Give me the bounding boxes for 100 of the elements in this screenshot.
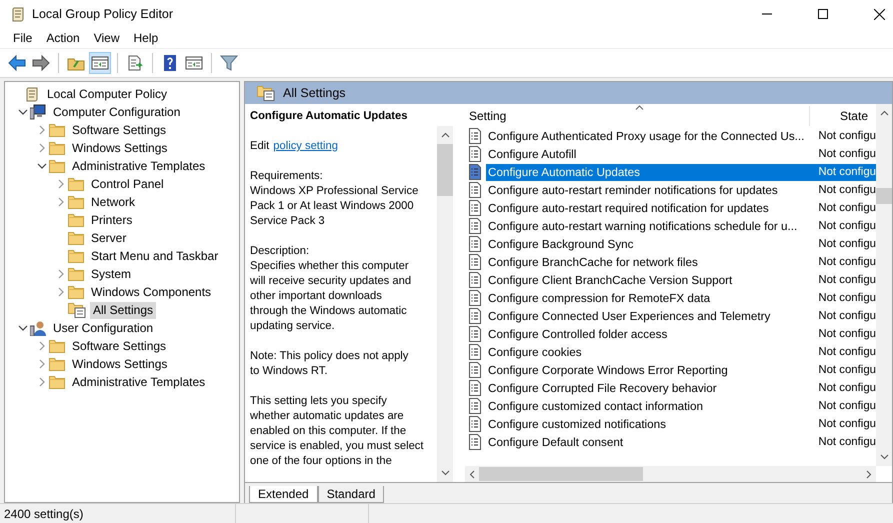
table-row[interactable]: Configure Authenticated Proxy usage for the Connected Us... <box>486 128 812 144</box>
tree-item[interactable]: Windows Settings <box>69 140 170 156</box>
user-icon <box>30 320 46 336</box>
folder-icon <box>68 285 84 299</box>
table-cell-text: Not configu <box>817 344 876 360</box>
table-row[interactable]: Configure Client BranchCache Version Support <box>486 272 812 288</box>
menu-item[interactable]: Help <box>126 31 166 45</box>
scroll-icon <box>24 86 40 102</box>
tree-item[interactable]: Windows Settings <box>69 356 170 372</box>
table-cell-text: Not configu <box>817 308 876 324</box>
table-row[interactable]: Configure Corrupted File Recovery behavior <box>486 380 812 396</box>
tree-item[interactable]: Windows Components <box>88 284 214 300</box>
tree-item[interactable]: Start Menu and Taskbar <box>88 248 222 264</box>
table-row[interactable]: Configure Autofill <box>486 146 812 162</box>
expand-chevron-icon[interactable] <box>56 269 66 279</box>
expand-chevron-icon[interactable] <box>56 197 66 207</box>
scroll-right-icon[interactable] <box>866 470 872 478</box>
scroll-up-icon[interactable] <box>880 110 888 116</box>
scroll-down-icon[interactable] <box>880 454 888 460</box>
table-row[interactable]: Configure Controlled folder access <box>486 326 812 342</box>
table-row[interactable]: Configure Default consent <box>486 434 812 450</box>
scroll-up-icon[interactable] <box>440 132 450 138</box>
maximize-icon[interactable] <box>818 9 828 19</box>
collapse-chevron-icon[interactable] <box>18 107 28 117</box>
scrollbar-thumb[interactable] <box>437 144 453 196</box>
table-row[interactable]: Configure customized notifications <box>486 416 812 432</box>
policy-document-icon <box>468 326 482 342</box>
folder-icon <box>68 195 84 209</box>
policy-document-icon <box>468 362 482 378</box>
table-cell-text: Not configu <box>817 182 876 198</box>
menu-item[interactable]: Action <box>39 31 87 45</box>
column-header[interactable]: Setting <box>465 106 810 126</box>
tree-item[interactable]: Computer Configuration <box>50 104 184 120</box>
policy-setting-link[interactable]: policy setting <box>273 139 338 154</box>
forward-arrow-button[interactable] <box>30 52 52 74</box>
collapse-chevron-icon[interactable] <box>18 323 28 333</box>
table-row[interactable]: Configure auto-restart required notification for updates <box>486 200 812 216</box>
policy-document-icon <box>468 434 482 450</box>
table-row[interactable]: Configure cookies <box>486 344 812 360</box>
view-tab[interactable]: Extended <box>249 486 318 503</box>
folder-icon <box>49 375 65 389</box>
policy-document-icon <box>468 146 482 162</box>
sort-caret-icon <box>635 105 644 110</box>
policy-document-icon <box>468 218 482 234</box>
description-paragraph: Requirements: Windows XP Professional Service Pack 1 or At least Windows 2000 Service Pack 3 <box>250 169 420 229</box>
view-tab[interactable]: Standard <box>318 486 384 503</box>
tree-item[interactable]: Printers <box>88 212 136 228</box>
show-tree-button[interactable] <box>89 52 111 74</box>
tree-item[interactable]: System <box>88 266 134 282</box>
table-row[interactable]: Configure Corporate Windows Error Reporting <box>486 362 812 378</box>
tree-item[interactable]: Software Settings <box>69 338 170 354</box>
table-row[interactable]: Configure Automatic Updates <box>486 164 812 180</box>
folder-icon <box>68 267 84 281</box>
policy-document-icon <box>468 236 482 252</box>
table-cell-text: Not configu <box>817 434 876 450</box>
scrollbar-thumb[interactable] <box>479 467 643 481</box>
expand-chevron-icon[interactable] <box>56 287 66 297</box>
scroll-down-icon[interactable] <box>440 470 450 476</box>
tree-item[interactable]: Local Computer Policy <box>44 86 170 102</box>
column-header[interactable]: State <box>840 109 876 123</box>
expand-chevron-icon[interactable] <box>37 377 47 387</box>
tree-item[interactable]: Server <box>88 230 130 246</box>
table-row[interactable]: Configure customized contact information <box>486 398 812 414</box>
expand-chevron-icon[interactable] <box>37 143 47 153</box>
policy-document-icon <box>468 380 482 396</box>
horizontal-scrollbar[interactable] <box>465 466 876 482</box>
tree-item[interactable]: Network <box>88 194 138 210</box>
policy-title: Configure Automatic Updates <box>250 109 408 124</box>
menu-item[interactable]: File <box>6 31 40 45</box>
expand-chevron-icon[interactable] <box>56 179 66 189</box>
table-row[interactable]: Configure auto-restart warning notifications schedule for u... <box>486 218 812 234</box>
scroll-left-icon[interactable] <box>469 470 475 478</box>
table-row[interactable]: Configure Connected User Experiences and Telemetry <box>486 308 812 324</box>
tree-item[interactable]: All Settings <box>90 302 156 318</box>
folder-list-icon <box>68 302 86 318</box>
vertical-scrollbar[interactable] <box>437 126 453 482</box>
table-row[interactable]: Configure compression for RemoteFX data <box>486 290 812 306</box>
scrollbar-thumb[interactable] <box>876 188 892 204</box>
table-cell-text: Not configu <box>817 380 876 396</box>
tree-item[interactable]: Software Settings <box>69 122 170 138</box>
edit-label: Edit <box>250 139 270 154</box>
policy-document-icon <box>468 272 482 288</box>
tree-item[interactable]: User Configuration <box>50 320 156 336</box>
table-row[interactable]: Configure auto-restart reminder notifications for updates <box>486 182 812 198</box>
expand-chevron-icon[interactable] <box>37 341 47 351</box>
tree-item[interactable]: Administrative Templates <box>69 158 208 174</box>
tree-item[interactable]: Control Panel <box>88 176 167 192</box>
expand-chevron-icon[interactable] <box>37 359 47 369</box>
tree-item[interactable]: Administrative Templates <box>69 374 208 390</box>
close-icon[interactable] <box>874 8 885 20</box>
folder-icon <box>49 141 65 155</box>
back-arrow-button[interactable] <box>6 52 28 74</box>
collapse-chevron-icon[interactable] <box>37 161 47 171</box>
menu-item[interactable]: View <box>86 31 126 45</box>
table-row[interactable]: Configure BranchCache for network files <box>486 254 812 270</box>
vertical-scrollbar[interactable] <box>876 104 892 466</box>
expand-chevron-icon[interactable] <box>37 125 47 135</box>
window-title: Local Group Policy Editor <box>32 7 174 21</box>
folder-list-icon <box>257 85 275 101</box>
table-row[interactable]: Configure Background Sync <box>486 236 812 252</box>
